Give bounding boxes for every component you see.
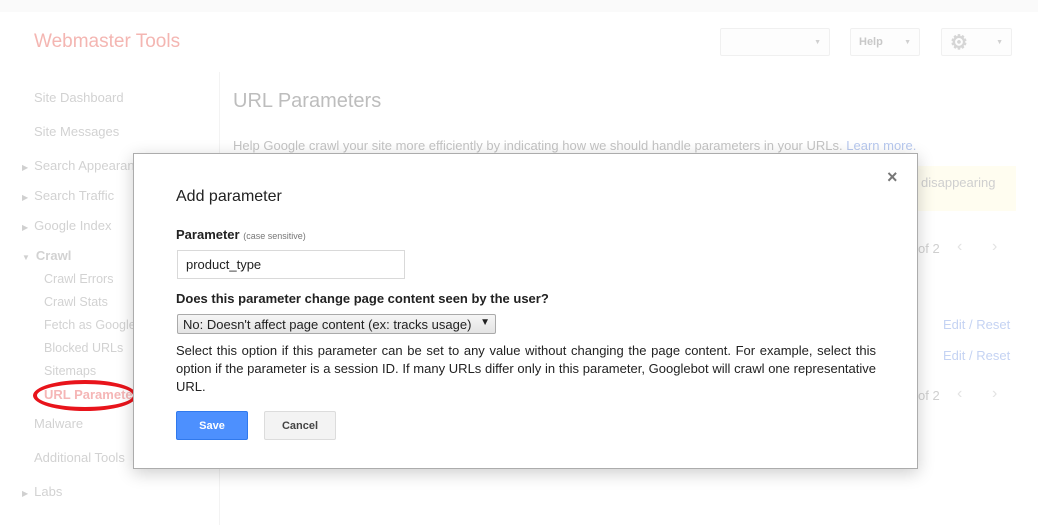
sidebar-item-search-traffic[interactable]: ▶ Search Traffic bbox=[22, 188, 114, 203]
separator: / bbox=[969, 348, 973, 363]
sidebar-item-labs[interactable]: ▶ Labs bbox=[22, 484, 62, 499]
edit-reset-row-2: Edit / Reset bbox=[943, 348, 1010, 363]
cancel-button[interactable]: Cancel bbox=[264, 411, 336, 440]
chevron-right-icon[interactable]: › bbox=[992, 238, 997, 256]
edit-reset-row-1: Edit / Reset bbox=[943, 317, 1010, 332]
help-text: Help Google crawl your site more efficie… bbox=[233, 138, 916, 153]
separator: / bbox=[969, 317, 973, 332]
sidebar-item-google-index[interactable]: ▶ Google Index bbox=[22, 218, 112, 233]
triangle-down-icon: ▼ bbox=[22, 253, 30, 262]
add-parameter-dialog: Add parameter × Parameter (case sensitiv… bbox=[133, 153, 918, 469]
sidebar-item-crawl-stats[interactable]: Crawl Stats bbox=[44, 295, 108, 309]
learn-more-link[interactable]: Learn more. bbox=[846, 138, 916, 153]
help-text-body: Help Google crawl your site more efficie… bbox=[233, 138, 843, 153]
help-button[interactable]: Help ▼ bbox=[850, 28, 920, 56]
save-button[interactable]: Save bbox=[176, 411, 248, 440]
help-label: Help bbox=[859, 36, 883, 48]
chevron-right-icon[interactable]: › bbox=[992, 385, 997, 403]
label: Crawl bbox=[35, 248, 72, 263]
close-icon[interactable]: × bbox=[887, 167, 898, 188]
highlight-circle bbox=[33, 380, 137, 411]
chevron-left-icon[interactable]: ‹ bbox=[957, 385, 962, 403]
sidebar-item-blocked-urls[interactable]: Blocked URLs bbox=[44, 341, 123, 355]
triangle-right-icon: ▶ bbox=[22, 193, 29, 202]
edit-link[interactable]: Edit bbox=[943, 317, 965, 332]
label: Search Traffic bbox=[34, 188, 115, 203]
sidebar-item-search-appearance[interactable]: ▶ Search Appearance bbox=[22, 158, 148, 173]
sidebar-item-additional-tools[interactable]: Additional Tools bbox=[34, 450, 125, 465]
label: Google Index bbox=[34, 218, 112, 233]
settings-button[interactable]: ⚙ ▼ bbox=[941, 28, 1012, 56]
pager-top: of 2 bbox=[918, 241, 940, 256]
chevron-down-icon: ▼ bbox=[996, 38, 1003, 46]
sidebar-item-fetch-as-google[interactable]: Fetch as Google bbox=[44, 318, 136, 332]
option-description: Select this option if this parameter can… bbox=[176, 343, 876, 394]
top-bar bbox=[0, 0, 1038, 12]
case-sensitive-hint: (case sensitive) bbox=[243, 231, 306, 241]
pager-bottom: of 2 bbox=[918, 388, 940, 403]
chevron-down-icon: ▼ bbox=[814, 38, 821, 46]
triangle-right-icon: ▶ bbox=[22, 163, 29, 172]
content-effect-select[interactable]: No: Doesn't affect page content (ex: tra… bbox=[177, 314, 496, 334]
parameter-label-text: Parameter bbox=[176, 227, 240, 242]
sidebar-item-malware[interactable]: Malware bbox=[34, 416, 83, 431]
triangle-right-icon: ▶ bbox=[22, 223, 29, 232]
reset-link[interactable]: Reset bbox=[976, 317, 1010, 332]
sidebar-item-crawl-errors[interactable]: Crawl Errors bbox=[44, 272, 113, 286]
site-select[interactable]: ▼ bbox=[720, 28, 830, 56]
select-value: No: Doesn't affect page content (ex: tra… bbox=[183, 317, 472, 332]
dialog-title: Add parameter bbox=[176, 188, 282, 205]
label: Search Appearance bbox=[34, 158, 149, 173]
logo[interactable]: Webmaster Tools bbox=[34, 31, 180, 53]
chevron-down-icon: ▼ bbox=[904, 38, 911, 46]
page-title: URL Parameters bbox=[233, 90, 382, 112]
dropdown-arrow-icon: ▼ bbox=[480, 317, 490, 328]
reset-link[interactable]: Reset bbox=[976, 348, 1010, 363]
content-question: Does this parameter change page content … bbox=[176, 291, 549, 306]
label: Labs bbox=[34, 484, 63, 499]
parameter-label: Parameter (case sensitive) bbox=[176, 227, 306, 242]
sidebar-item-site-messages[interactable]: Site Messages bbox=[34, 124, 119, 139]
sidebar-item-site-dashboard[interactable]: Site Dashboard bbox=[34, 90, 124, 105]
chevron-left-icon[interactable]: ‹ bbox=[957, 238, 962, 256]
gear-icon: ⚙ bbox=[950, 31, 968, 54]
sidebar-item-crawl[interactable]: ▼ Crawl bbox=[22, 248, 71, 263]
sidebar-item-sitemaps[interactable]: Sitemaps bbox=[44, 364, 96, 378]
edit-link[interactable]: Edit bbox=[943, 348, 965, 363]
triangle-right-icon: ▶ bbox=[22, 489, 29, 498]
parameter-input[interactable] bbox=[177, 250, 405, 279]
